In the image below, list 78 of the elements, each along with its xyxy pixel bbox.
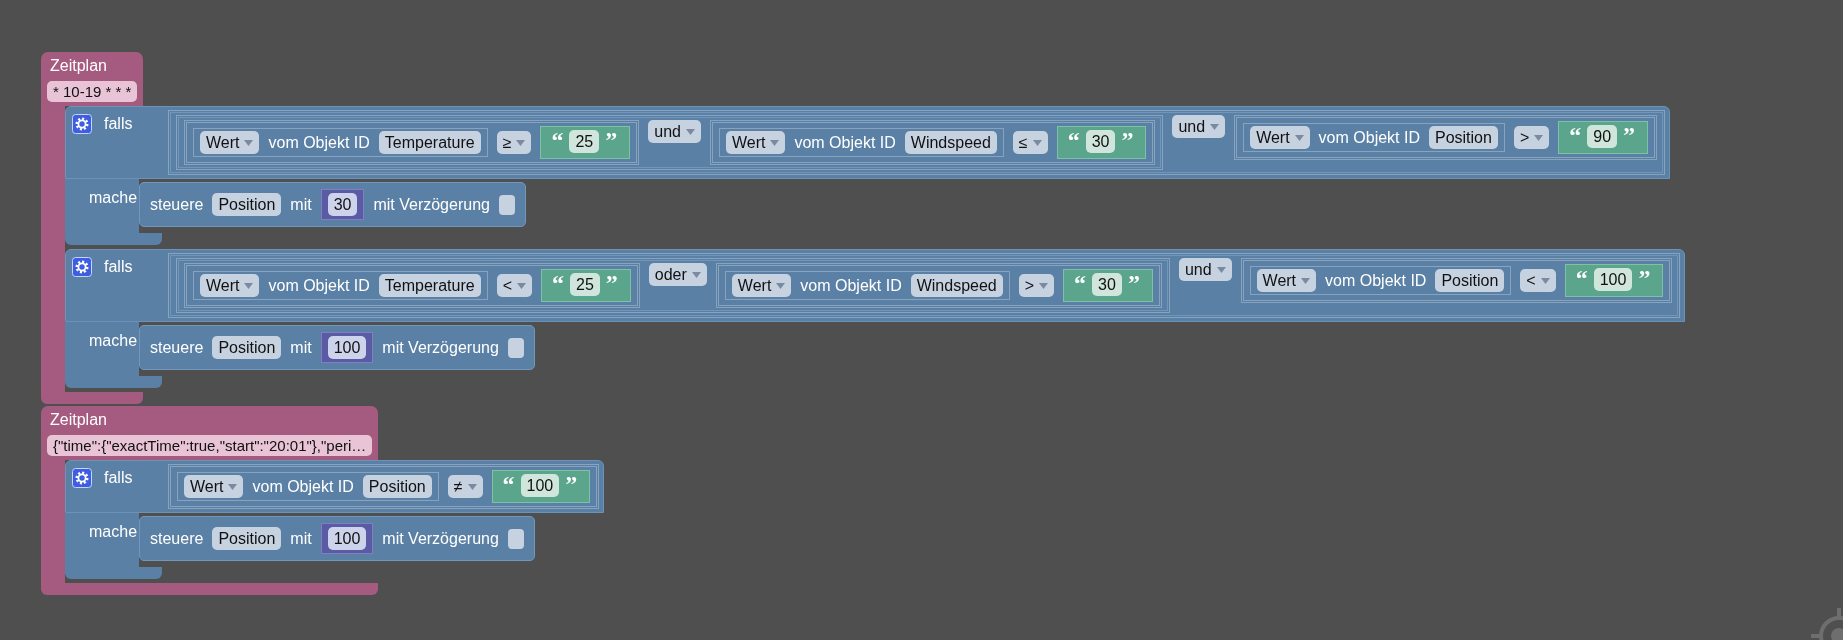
quote-mark: ” [1638,268,1651,288]
object-field[interactable]: Position [1428,126,1498,149]
text-field[interactable]: 25 [570,273,600,296]
text-field[interactable]: 30 [1092,273,1122,296]
text-field[interactable]: 30 [1085,130,1116,153]
schedule-field[interactable]: * 10-19 * * * [47,81,138,102]
block-label: vom Objekt ID [794,133,896,152]
quote-mark: “ [551,130,564,150]
dropdown[interactable]: Wert [731,274,792,297]
dropdown[interactable]: ≠ [447,475,483,498]
text-field[interactable]: 100 [520,474,560,497]
block-label: mit [290,338,312,357]
schedule-field[interactable]: {"time":{"exactTime":true,"start":"20:01"},"peri… [47,435,373,456]
dropdown[interactable]: oder [648,263,707,286]
dropdown[interactable]: > [1018,274,1055,297]
text-field[interactable]: 25 [569,130,600,153]
quote-mark: “ [1575,268,1588,288]
dropdown[interactable]: < [496,274,532,297]
number-field[interactable]: 100 [327,336,367,359]
block-label: mache [89,523,138,540]
block-label: mit [290,195,312,214]
object-field[interactable]: Position [212,527,282,550]
dropdown[interactable]: Wert [1250,126,1310,149]
block-label: falls [104,469,133,487]
dropdown[interactable]: Wert [184,475,244,498]
dropdown[interactable]: und [648,120,701,143]
quote-mark: ” [1121,130,1134,150]
block-label: steuere [150,338,204,357]
block-title: Zeitplan [49,57,108,75]
block-label: mit Verzögerung [382,338,499,357]
quote-mark: “ [1569,125,1582,145]
quote-mark: ” [605,130,618,150]
block-label: vom Objekt ID [268,276,370,295]
object-field[interactable]: Windspeed [904,131,997,154]
object-field[interactable]: Position [212,336,282,359]
object-field[interactable]: Temperature [378,274,481,297]
block-label: mache [89,189,138,206]
number-field[interactable]: 30 [327,193,358,216]
text-field[interactable]: 100 [1593,268,1633,291]
text-field[interactable]: 90 [1587,125,1618,148]
dropdown[interactable]: Wert [200,274,260,297]
dropdown[interactable]: < [1520,269,1556,292]
block-label: vom Objekt ID [1318,128,1420,147]
block-label: mit Verzögerung [382,529,499,548]
object-field[interactable]: Position [362,475,432,498]
object-field[interactable]: Temperature [378,131,481,154]
number-field[interactable]: 100 [327,527,367,550]
dropdown[interactable]: Wert [1256,269,1317,292]
object-field[interactable]: Windspeed [910,274,1003,297]
dropdown[interactable]: > [1513,126,1550,149]
quote-mark: “ [552,273,564,293]
quote-mark: “ [502,474,515,494]
quote-mark: “ [1074,273,1087,293]
quote-mark: “ [1067,130,1080,150]
block-label: mache [89,332,138,349]
block-label: vom Objekt ID [1325,271,1427,290]
block-label: vom Objekt ID [268,133,370,152]
block-label: vom Objekt ID [252,477,354,496]
dropdown[interactable]: Wert [200,131,260,154]
block-label: mit [290,529,312,548]
quote-mark: ” [1623,125,1636,145]
dropdown[interactable]: und [1172,115,1226,138]
block-label: vom Objekt ID [800,276,902,295]
block-label: steuere [150,529,204,548]
dropdown[interactable]: ≥ [496,131,532,154]
dropdown[interactable]: und [1178,258,1232,281]
block-label: mit Verzögerung [373,195,490,214]
quote-mark: ” [565,474,578,494]
block-label: falls [104,258,133,276]
quote-mark: ” [605,273,618,293]
dropdown[interactable]: Wert [725,131,786,154]
block-label: steuere [150,195,204,214]
block-title: Zeitplan [49,411,108,429]
object-field[interactable]: Position [212,193,282,216]
quote-mark: ” [1127,273,1140,293]
dropdown[interactable]: ≤ [1012,131,1048,154]
block-label: falls [104,115,133,133]
object-field[interactable]: Position [1435,269,1505,292]
